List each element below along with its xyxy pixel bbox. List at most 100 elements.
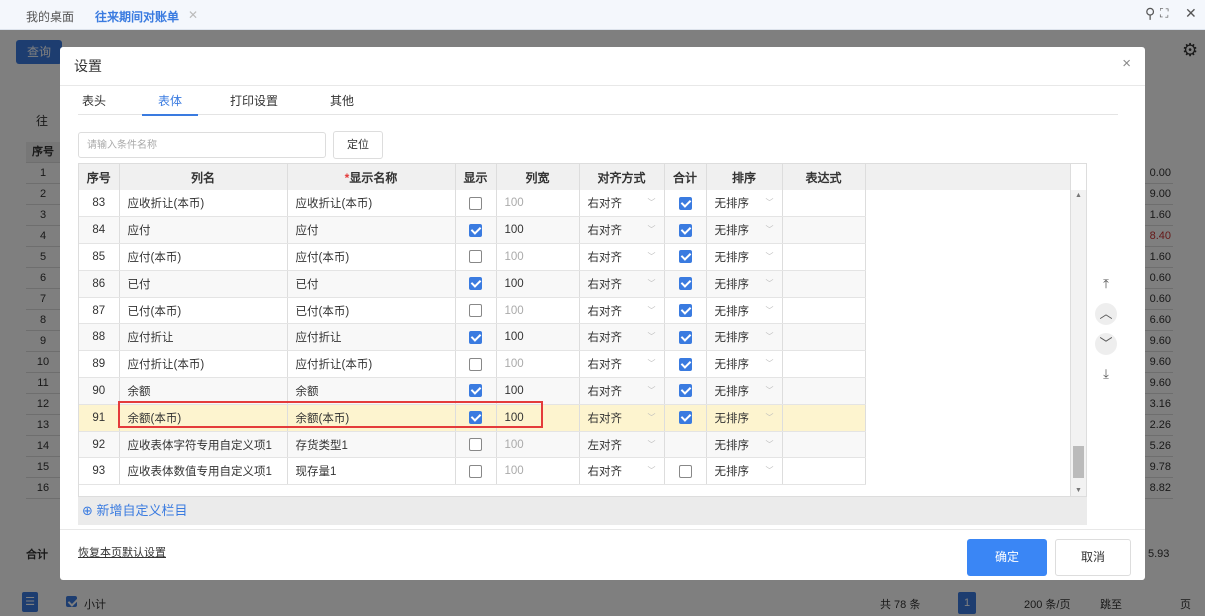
sort-select[interactable]: 无排序 ﹀	[706, 216, 783, 245]
display-name-input[interactable]: 应付(本币)	[287, 243, 456, 271]
align-select[interactable]: 右对齐 ﹀	[579, 350, 665, 379]
show-checkbox[interactable]	[469, 304, 482, 318]
show-checkbox[interactable]	[469, 384, 482, 398]
expression-input[interactable]	[782, 297, 866, 325]
expression-input[interactable]	[782, 404, 866, 432]
table-row[interactable]: 87 已付(本币) 已付(本币) 100 右对齐 ﹀ 无排序 ﹀	[79, 297, 1070, 325]
table-row[interactable]: 92 应收表体字符专用自定义项1 存货类型1 100 左对齐 ﹀ 无排序 ﹀	[79, 431, 1070, 459]
sort-select[interactable]: 无排序 ﹀	[706, 404, 783, 432]
scroll-up-icon[interactable]: ▲	[1075, 192, 1082, 199]
width-input[interactable]: 100	[496, 216, 580, 245]
table-row[interactable]: 91 余额(本币) 余额(本币) 100 右对齐 ﹀ 无排序 ﹀	[79, 404, 1070, 432]
align-select[interactable]: 右对齐 ﹀	[579, 243, 665, 271]
move-top-icon[interactable]: ⤒	[1095, 273, 1117, 295]
table-row[interactable]: 85 应付(本币) 应付(本币) 100 右对齐 ﹀ 无排序 ﹀	[79, 243, 1070, 271]
width-input[interactable]: 100	[496, 323, 580, 352]
show-checkbox[interactable]	[469, 357, 482, 371]
display-name-input[interactable]: 余额	[287, 377, 456, 405]
sort-select[interactable]: 无排序 ﹀	[706, 377, 783, 405]
expression-input[interactable]	[782, 216, 866, 245]
tab-header[interactable]: 表头	[82, 92, 106, 109]
show-checkbox[interactable]	[469, 277, 482, 291]
width-input[interactable]: 100	[496, 270, 580, 298]
show-checkbox[interactable]	[469, 196, 482, 210]
width-input[interactable]: 100	[496, 377, 580, 405]
align-select[interactable]: 右对齐 ﹀	[579, 270, 665, 298]
sum-checkbox[interactable]	[678, 196, 692, 210]
align-select[interactable]: 右对齐 ﹀	[579, 457, 665, 486]
sum-checkbox[interactable]	[678, 223, 692, 237]
expression-input[interactable]	[782, 323, 866, 352]
sum-checkbox[interactable]	[678, 304, 692, 318]
sum-checkbox[interactable]	[678, 250, 692, 264]
show-checkbox[interactable]	[469, 223, 482, 237]
table-row[interactable]: 84 应付 应付 100 右对齐 ﹀ 无排序 ﹀	[79, 216, 1070, 245]
align-select[interactable]: 右对齐 ﹀	[579, 377, 665, 405]
show-checkbox[interactable]	[469, 330, 482, 344]
width-input[interactable]: 100	[496, 297, 580, 325]
display-name-input[interactable]: 已付(本币)	[287, 297, 456, 325]
expression-input[interactable]	[782, 270, 866, 298]
table-scrollbar[interactable]: ▲ ▼	[1070, 190, 1086, 496]
tab-desktop[interactable]: 我的桌面	[26, 8, 74, 25]
align-select[interactable]: 左对齐 ﹀	[579, 431, 665, 459]
sum-checkbox[interactable]	[678, 411, 692, 425]
sort-select[interactable]: 无排序 ﹀	[706, 457, 783, 486]
sum-checkbox[interactable]	[678, 277, 692, 291]
scroll-down-icon[interactable]: ▼	[1075, 487, 1082, 494]
display-name-input[interactable]: 应付折让(本币)	[287, 350, 456, 379]
sum-checkbox[interactable]	[678, 464, 692, 478]
table-row[interactable]: 89 应付折让(本币) 应付折让(本币) 100 右对齐 ﹀ 无排序 ﹀	[79, 350, 1070, 379]
show-checkbox[interactable]	[469, 438, 482, 452]
tab-close-icon[interactable]: ✕	[188, 8, 198, 22]
tab-print-settings[interactable]: 打印设置	[230, 92, 278, 109]
tab-body[interactable]: 表体	[141, 92, 199, 116]
move-up-icon[interactable]: ︿	[1095, 303, 1117, 325]
display-name-input[interactable]: 应收折让(本币)	[287, 190, 456, 218]
width-input[interactable]: 100	[496, 350, 580, 379]
align-select[interactable]: 右对齐 ﹀	[579, 404, 665, 432]
width-input[interactable]: 100	[496, 457, 580, 486]
sum-checkbox[interactable]	[678, 330, 692, 344]
display-name-input[interactable]: 余额(本币)	[287, 404, 456, 432]
tab-other[interactable]: 其他	[330, 92, 354, 109]
align-select[interactable]: 右对齐 ﹀	[579, 216, 665, 245]
table-row[interactable]: 86 已付 已付 100 右对齐 ﹀ 无排序 ﹀	[79, 270, 1070, 298]
table-row[interactable]: 93 应收表体数值专用自定义项1 现存量1 100 右对齐 ﹀ 无排序 ﹀	[79, 457, 1070, 486]
align-select[interactable]: 右对齐 ﹀	[579, 297, 665, 325]
sort-select[interactable]: 无排序 ﹀	[706, 323, 783, 352]
width-input[interactable]: 100	[496, 243, 580, 271]
expression-input[interactable]	[782, 243, 866, 271]
sort-select[interactable]: 无排序 ﹀	[706, 297, 783, 325]
sum-checkbox[interactable]	[678, 357, 692, 371]
sort-select[interactable]: 无排序 ﹀	[706, 243, 783, 271]
cancel-button[interactable]: 取消	[1055, 539, 1131, 576]
tab-statement[interactable]: 往来期间对账单	[95, 8, 180, 32]
expression-input[interactable]	[782, 377, 866, 405]
confirm-button[interactable]: 确定	[967, 539, 1047, 576]
show-checkbox[interactable]	[469, 411, 482, 425]
sum-checkbox[interactable]	[678, 384, 692, 398]
close-icon[interactable]: ✕	[1185, 5, 1197, 22]
expression-input[interactable]	[782, 350, 866, 379]
condition-search-input[interactable]	[78, 132, 326, 158]
table-row[interactable]: 88 应付折让 应付折让 100 右对齐 ﹀ 无排序 ﹀	[79, 323, 1070, 352]
locate-button[interactable]: 定位	[333, 131, 383, 159]
restore-defaults-link[interactable]: 恢复本页默认设置	[78, 544, 166, 560]
width-input[interactable]: 100	[496, 404, 580, 432]
display-name-input[interactable]: 已付	[287, 270, 456, 298]
table-row[interactable]: 90 余额 余额 100 右对齐 ﹀ 无排序 ﹀	[79, 377, 1070, 405]
move-down-icon[interactable]: ﹀	[1095, 333, 1117, 355]
display-name-input[interactable]: 应付折让	[287, 323, 456, 352]
display-name-input[interactable]: 存货类型1	[287, 431, 456, 459]
display-name-input[interactable]: 现存量1	[287, 457, 456, 486]
show-checkbox[interactable]	[469, 250, 482, 264]
display-name-input[interactable]: 应付	[287, 216, 456, 245]
align-select[interactable]: 右对齐 ﹀	[579, 190, 665, 218]
sort-select[interactable]: 无排序 ﹀	[706, 270, 783, 298]
show-checkbox[interactable]	[469, 464, 482, 478]
sort-select[interactable]: 无排序 ﹀	[706, 190, 783, 218]
align-select[interactable]: 右对齐 ﹀	[579, 323, 665, 352]
expression-input[interactable]	[782, 431, 866, 459]
expression-input[interactable]	[782, 190, 866, 218]
